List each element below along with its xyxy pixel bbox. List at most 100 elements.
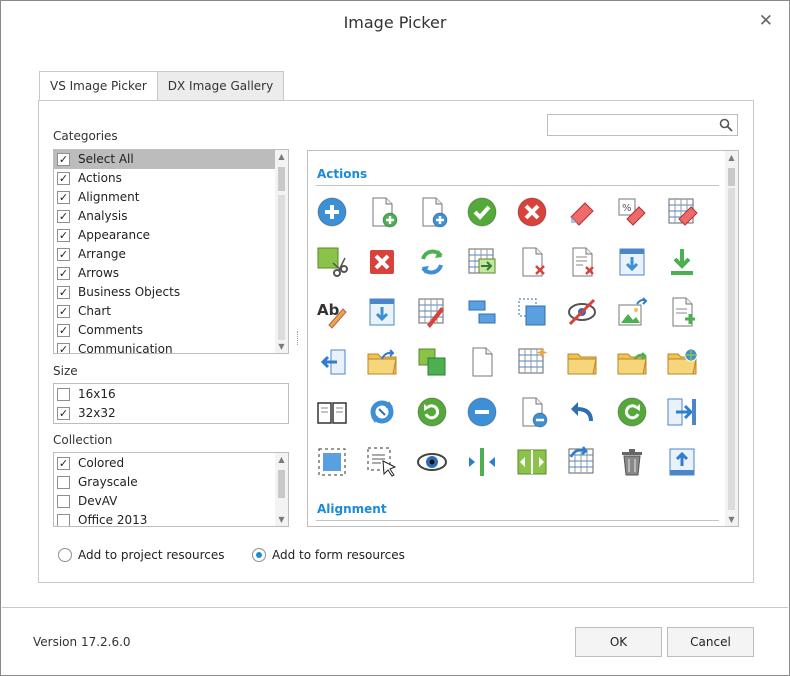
- collection-list[interactable]: ✓ Colored Grayscale DevAV Office 2013 ▲ ▼: [53, 452, 289, 527]
- view-eye-icon[interactable]: [415, 445, 449, 479]
- collection-scrollbar[interactable]: ▲ ▼: [275, 453, 288, 526]
- list-item[interactable]: ✓ Select All: [54, 150, 288, 169]
- reset-icon[interactable]: [365, 395, 399, 429]
- scroll-thumb[interactable]: [278, 167, 285, 191]
- list-item[interactable]: ✓ Actions: [54, 169, 288, 188]
- delete-x-icon[interactable]: [365, 245, 399, 279]
- scroll-down-icon[interactable]: ▼: [275, 340, 288, 353]
- clear-formatting-icon[interactable]: %: [615, 195, 649, 229]
- new-document-icon[interactable]: [365, 195, 399, 229]
- list-item[interactable]: ✓ Arrows: [54, 264, 288, 283]
- tab-dx-image-gallery[interactable]: DX Image Gallery: [156, 71, 285, 101]
- new-table-icon[interactable]: [515, 345, 549, 379]
- list-item[interactable]: ✓ Business Objects: [54, 283, 288, 302]
- checkbox-icon[interactable]: [57, 476, 70, 489]
- checkbox-checked-icon[interactable]: ✓: [57, 172, 70, 185]
- refresh-icon[interactable]: [415, 245, 449, 279]
- list-item[interactable]: ✓ Alignment: [54, 188, 288, 207]
- redo-icon[interactable]: [415, 395, 449, 429]
- refresh-table-icon[interactable]: [565, 445, 599, 479]
- download-icon[interactable]: [665, 245, 699, 279]
- checkbox-checked-icon[interactable]: ✓: [57, 457, 70, 470]
- checkbox-checked-icon[interactable]: ✓: [57, 210, 70, 223]
- back-arrow-icon[interactable]: [315, 345, 349, 379]
- checkbox-icon[interactable]: [57, 388, 70, 401]
- blank-document-icon[interactable]: [465, 345, 499, 379]
- export-window-icon[interactable]: [365, 295, 399, 329]
- categories-list[interactable]: ✓ Select All ✓ Actions ✓ Alignment ✓ Analysis ✓ A…: [53, 149, 289, 354]
- select-pointer-icon[interactable]: [365, 445, 399, 479]
- edit-text-icon[interactable]: Ab: [315, 295, 349, 329]
- checkbox-checked-icon[interactable]: ✓: [57, 407, 70, 420]
- scroll-thumb[interactable]: [728, 168, 735, 186]
- open-folder-arrow-icon[interactable]: [615, 345, 649, 379]
- list-item[interactable]: ✓ Analysis: [54, 207, 288, 226]
- list-item[interactable]: ✓ Arrange: [54, 245, 288, 264]
- delete-document-icon[interactable]: [515, 245, 549, 279]
- open-folder-icon[interactable]: [365, 345, 399, 379]
- search-input[interactable]: [548, 115, 713, 135]
- close-icon[interactable]: ✕: [759, 11, 773, 31]
- ok-button[interactable]: OK: [575, 627, 662, 657]
- project-resources-radio[interactable]: Add to project resources: [58, 548, 225, 562]
- download-window-icon[interactable]: [615, 245, 649, 279]
- checkbox-checked-icon[interactable]: ✓: [57, 248, 70, 261]
- checkbox-icon[interactable]: [57, 495, 70, 508]
- tab-vs-image-picker[interactable]: VS Image Picker: [39, 71, 158, 101]
- form-resources-radio[interactable]: Add to form resources: [252, 548, 405, 562]
- list-item[interactable]: ✓ Communication: [54, 340, 288, 353]
- scroll-down-icon[interactable]: ▼: [725, 513, 738, 526]
- checkbox-checked-icon[interactable]: ✓: [57, 343, 70, 353]
- categories-scrollbar[interactable]: ▲ ▼: [275, 150, 288, 353]
- reload-icon[interactable]: [615, 395, 649, 429]
- list-item[interactable]: DevAV: [54, 492, 288, 511]
- edit-table-icon[interactable]: [415, 295, 449, 329]
- open-book-icon[interactable]: [315, 395, 349, 429]
- cancel-button[interactable]: Cancel: [667, 627, 754, 657]
- eraser-icon[interactable]: [565, 195, 599, 229]
- image-export-icon[interactable]: [615, 295, 649, 329]
- scroll-thumb[interactable]: [278, 470, 285, 498]
- scroll-down-icon[interactable]: ▼: [275, 513, 288, 526]
- list-item[interactable]: Grayscale: [54, 473, 288, 492]
- list-item[interactable]: 16x16: [54, 385, 288, 404]
- add-circle-icon[interactable]: [315, 195, 349, 229]
- list-item[interactable]: Office 2013: [54, 511, 288, 526]
- upload-icon[interactable]: [665, 445, 699, 479]
- scroll-up-icon[interactable]: ▲: [725, 151, 738, 164]
- list-item[interactable]: ✓ 32x32: [54, 404, 288, 423]
- fit-width-icon[interactable]: [515, 445, 549, 479]
- gallery-scrollbar[interactable]: ▲ ▼: [725, 151, 738, 526]
- checkbox-checked-icon[interactable]: ✓: [57, 286, 70, 299]
- folder-icon[interactable]: [565, 345, 599, 379]
- export-arrow-icon[interactable]: [665, 395, 699, 429]
- list-item[interactable]: ✓ Chart: [54, 302, 288, 321]
- search-box[interactable]: [547, 114, 738, 136]
- add-list-icon[interactable]: [665, 295, 699, 329]
- search-icon[interactable]: [719, 118, 733, 132]
- remove-circle-icon[interactable]: [465, 395, 499, 429]
- open-folder-globe-icon[interactable]: [665, 345, 699, 379]
- add-file-icon[interactable]: [415, 195, 449, 229]
- apply-check-icon[interactable]: [465, 195, 499, 229]
- checkbox-checked-icon[interactable]: ✓: [57, 267, 70, 280]
- checkbox-checked-icon[interactable]: ✓: [57, 229, 70, 242]
- table-insert-icon[interactable]: [465, 245, 499, 279]
- split-vertical-icon[interactable]: [465, 445, 499, 479]
- bring-to-front-icon[interactable]: [515, 295, 549, 329]
- undo-icon[interactable]: [565, 395, 599, 429]
- group-icon[interactable]: [465, 295, 499, 329]
- remove-document-icon[interactable]: [515, 395, 549, 429]
- size-list[interactable]: 16x16 ✓ 32x32: [53, 383, 289, 424]
- cut-icon[interactable]: [315, 245, 349, 279]
- list-item[interactable]: ✓ Colored: [54, 454, 288, 473]
- checkbox-checked-icon[interactable]: ✓: [57, 305, 70, 318]
- list-item[interactable]: ✓ Comments: [54, 321, 288, 340]
- scroll-up-icon[interactable]: ▲: [275, 453, 288, 466]
- select-icon[interactable]: [315, 445, 349, 479]
- checkbox-checked-icon[interactable]: ✓: [57, 324, 70, 337]
- clear-table-icon[interactable]: [665, 195, 699, 229]
- cancel-circle-icon[interactable]: [515, 195, 549, 229]
- list-item[interactable]: ✓ Appearance: [54, 226, 288, 245]
- hide-icon[interactable]: [565, 295, 599, 329]
